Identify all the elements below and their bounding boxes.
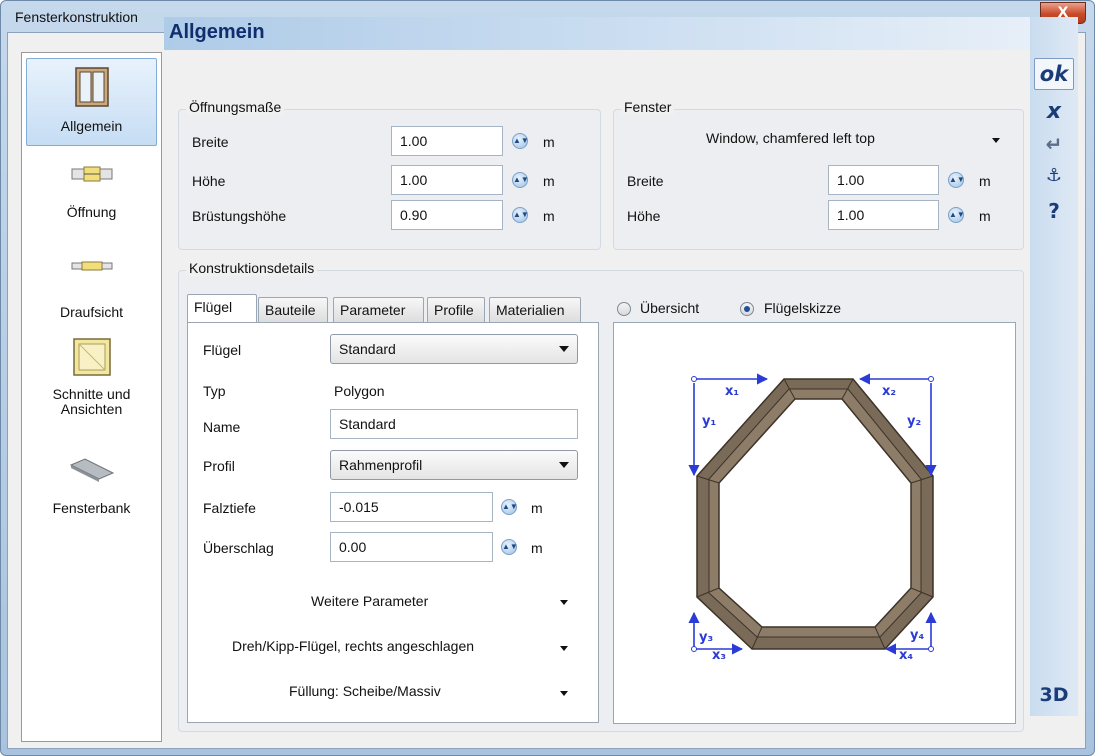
sidebar-item-label-line1: Schnitte und [52,386,131,402]
falztiefe-spinner[interactable]: ▲▼ [501,499,518,515]
dim-x1: x₁ [725,384,739,399]
weitere-parameter-dropdown[interactable]: Weitere Parameter [311,593,428,609]
ueberschlag-spinner[interactable]: ▲▼ [501,539,518,555]
window-title: Fensterkonstruktion [15,9,138,25]
dim-y1: y₁ [702,414,716,429]
profil-select[interactable]: Rahmenprofil [330,450,578,480]
fenster-breite-label: Breite [627,173,664,189]
ok-button[interactable]: ok [1034,58,1074,90]
tab-fluegel[interactable]: Flügel [187,294,257,324]
cancel-button[interactable]: x [1034,99,1074,124]
dim-x2: x₂ [882,384,896,399]
dim-y3: y₃ [699,630,713,645]
hoehe-label: Höhe [192,173,226,189]
sidebar-item-label: Allgemein [60,118,123,134]
hoehe-unit: m [543,173,555,189]
bruestungshoehe-label: Brüstungshöhe [192,208,287,224]
sidebar-item-allgemein[interactable]: Allgemein [26,58,157,146]
fenster-breite-unit: m [979,173,991,189]
dreh-kipp-dropdown[interactable]: Dreh/Kipp-Flügel, rechts angeschlagen [232,638,474,654]
action-toolbar: ok x ↵ ⚓ ? 3D [1030,17,1078,716]
help-icon[interactable]: ? [1034,199,1074,223]
name-input[interactable]: Standard [330,409,578,439]
ueberschlag-input[interactable]: 0.00 [330,532,493,562]
sidebar-item-label: Öffnung [66,204,117,220]
window-icon [74,67,109,107]
bruestungshoehe-spinner[interactable]: ▲▼ [512,207,529,223]
sidebar-item-oeffnung[interactable]: Öffnung [26,161,157,241]
dim-x3: x₃ [712,648,726,663]
sidebar-item-schnitte[interactable]: Schnitte und Ansichten [26,335,157,430]
fuellung-dropdown[interactable]: Füllung: Scheibe/Massiv [289,683,441,699]
tab-bauteile[interactable]: Bauteile [258,297,328,323]
ueberschlag-unit: m [531,540,543,556]
view-3d-button[interactable]: 3D [1034,684,1074,706]
dim-y4: y₄ [910,628,924,643]
sidebar-item-fensterbank[interactable]: Fensterbank [26,455,157,533]
falztiefe-input[interactable]: -0.015 [330,492,493,522]
category-sidebar: Allgemein Öffnung Draufsicht Schnitte un… [21,52,162,742]
sections-icon [72,338,111,376]
wall-opening-icon [71,166,112,182]
breite-input[interactable]: 1.00 [391,126,503,156]
fenster-breite-input[interactable]: 1.00 [828,165,939,195]
profil-select-value: Rahmenprofil [339,457,423,473]
ueberschlag-label: Überschlag [203,540,274,556]
name-label: Name [203,419,241,435]
fenster-breite-spinner[interactable]: ▲▼ [948,172,965,188]
sidebar-item-label: Fensterbank [52,500,131,516]
radio-fluegelskizze-label: Flügelskizze [764,300,842,316]
fenster-hoehe-input[interactable]: 1.00 [828,200,939,230]
fluegel-select[interactable]: Standard [330,334,578,364]
radio-uebersicht[interactable] [617,302,631,316]
bruestungshoehe-input[interactable]: 0.90 [391,200,503,230]
konstruktion-legend: Konstruktionsdetails [186,260,318,276]
bruestungshoehe-unit: m [543,208,555,224]
fenster-legend: Fenster [621,99,675,115]
fluegel-select-value: Standard [339,341,396,357]
sash-sketch: x₁ x₂ y₁ y₂ y₃ x₃ y₄ x₄ [688,373,937,663]
profil-label: Profil [203,458,235,474]
typ-label: Typ [203,383,226,399]
sidebar-item-draufsicht[interactable]: Draufsicht [26,253,157,333]
fenster-hoehe-label: Höhe [627,208,661,224]
tab-materialien[interactable]: Materialien [489,297,581,323]
chevron-down-icon [559,346,569,352]
hoehe-input[interactable]: 1.00 [391,165,503,195]
anchor-icon[interactable]: ⚓ [1034,165,1074,186]
sidebar-item-label: Draufsicht [59,304,124,320]
window-sill-icon [69,458,114,482]
weitere-parameter-caret[interactable] [560,600,568,605]
fenster-hoehe-unit: m [979,208,991,224]
oeffnungsmasse-group [178,109,601,250]
sidebar-item-label-line2: Ansichten [60,401,123,417]
hoehe-spinner[interactable]: ▲▼ [512,172,529,188]
dreh-kipp-caret[interactable] [560,646,568,651]
top-view-icon [71,261,112,271]
fenster-hoehe-spinner[interactable]: ▲▼ [948,207,965,223]
chevron-down-icon [559,462,569,468]
fuellung-caret[interactable] [560,691,568,696]
falztiefe-label: Falztiefe [203,500,256,516]
fluegel-label: Flügel [203,342,242,358]
breite-label: Breite [192,134,229,150]
fluegel-tab-panel [187,322,599,723]
tab-parameter[interactable]: Parameter [333,297,424,323]
window-type-dropdown-caret[interactable] [992,138,1000,143]
radio-uebersicht-label: Übersicht [640,300,700,316]
enter-icon[interactable]: ↵ [1034,132,1074,156]
breite-spinner[interactable]: ▲▼ [512,133,529,149]
falztiefe-unit: m [531,500,543,516]
dim-x4: x₄ [899,648,913,663]
section-header: Allgemein [164,17,1030,50]
oeffnungsmasse-legend: Öffnungsmaße [186,99,285,115]
breite-unit: m [543,134,555,150]
dim-y2: y₂ [907,414,921,429]
tab-profile[interactable]: Profile [427,297,485,323]
window-type-dropdown[interactable]: Window, chamfered left top [706,130,875,146]
typ-value: Polygon [334,383,385,399]
radio-fluegelskizze[interactable] [740,302,754,316]
sash-sketch-preview: x₁ x₂ y₁ y₂ y₃ x₃ y₄ x₄ [613,322,1016,724]
